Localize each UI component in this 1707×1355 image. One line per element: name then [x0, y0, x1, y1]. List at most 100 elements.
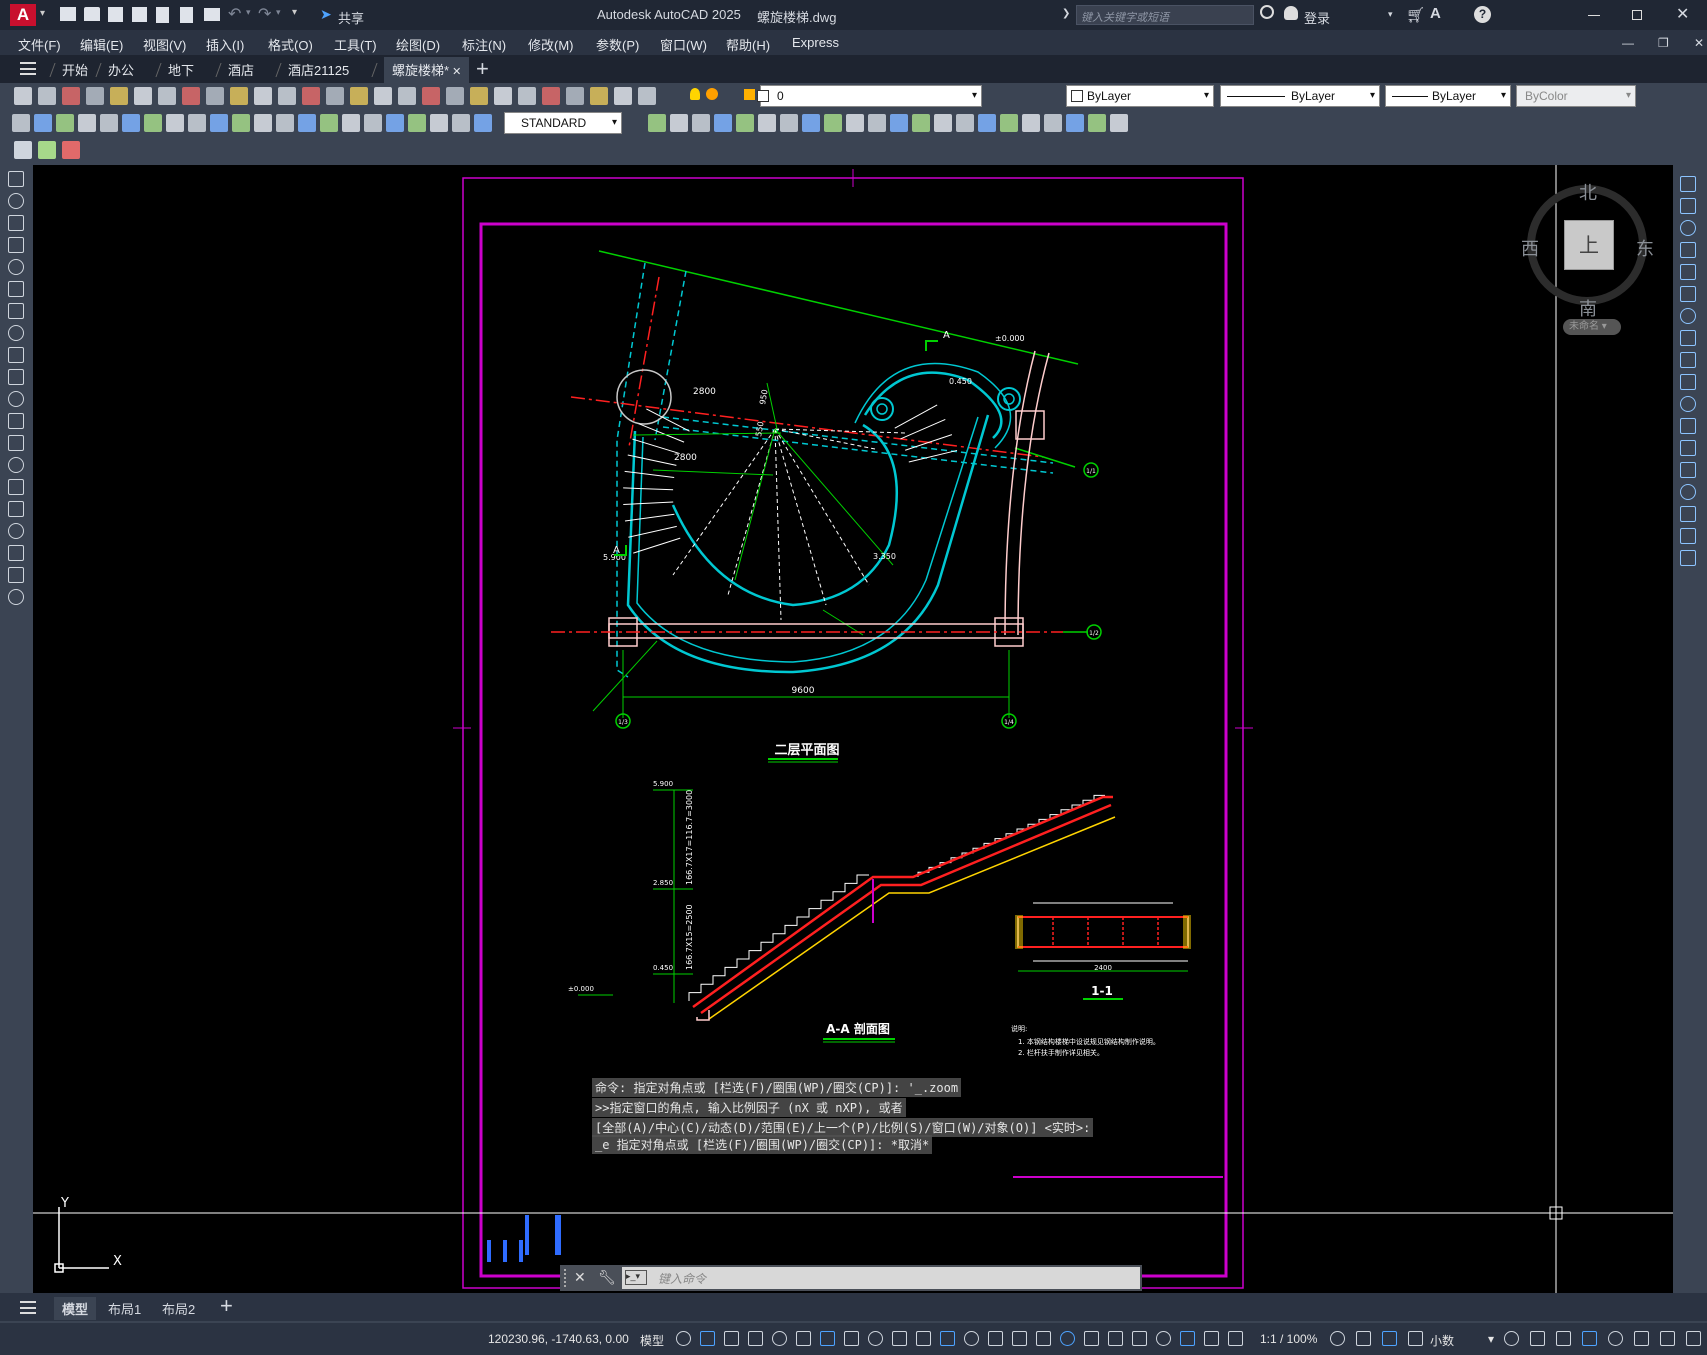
- model-space-toggle[interactable]: 模型: [640, 1332, 664, 1349]
- standard-tool-icon-5[interactable]: [134, 87, 152, 105]
- status-toggle-icon-34[interactable]: [1660, 1331, 1675, 1346]
- layer-sun-icon[interactable]: [706, 88, 718, 100]
- draw-tool-icon-17[interactable]: [8, 545, 24, 561]
- draw-tool-icon-4[interactable]: [8, 259, 24, 275]
- publish-icon[interactable]: [156, 7, 169, 23]
- standard-tool-icon-26[interactable]: [638, 87, 656, 105]
- draw-tool-icon-7[interactable]: [8, 325, 24, 341]
- menu-item-7[interactable]: 标注(N): [462, 35, 506, 54]
- open-icon[interactable]: [84, 7, 100, 21]
- standard-tool-icon-20[interactable]: [494, 87, 512, 105]
- draw-tool-icon-1[interactable]: [8, 193, 24, 209]
- modify-tool-icon-8[interactable]: [1680, 352, 1696, 368]
- file-tab-4[interactable]: 酒店21125: [288, 60, 349, 80]
- dim-tool-icon-12[interactable]: [276, 114, 294, 132]
- dim-tool-icon-36[interactable]: [956, 114, 974, 132]
- dim-tool-icon-28[interactable]: [780, 114, 798, 132]
- file-tab-0[interactable]: 开始: [62, 60, 88, 80]
- modify-tool-icon-16[interactable]: [1680, 528, 1696, 544]
- compass-east[interactable]: 东: [1636, 235, 1654, 261]
- compass-south[interactable]: 南: [1579, 295, 1597, 321]
- dim-tool-icon-31[interactable]: [846, 114, 864, 132]
- hamburger-menu-icon[interactable]: [20, 1301, 36, 1314]
- dim-tool-icon-41[interactable]: [1066, 114, 1084, 132]
- status-toggle-icon-17[interactable]: [1084, 1331, 1099, 1346]
- draw-tool-icon-5[interactable]: [8, 281, 24, 297]
- modify-tool-icon-4[interactable]: [1680, 264, 1696, 280]
- menu-item-5[interactable]: 工具(T): [334, 35, 377, 54]
- status-toggle-icon-11[interactable]: [940, 1331, 955, 1346]
- redo-dropdown-icon[interactable]: ▾: [276, 7, 281, 18]
- viewcube-top-face[interactable]: 上: [1564, 220, 1614, 270]
- draw-tool-icon-14[interactable]: [8, 479, 24, 495]
- modify-tool-icon-6[interactable]: [1680, 308, 1696, 324]
- status-toggle-icon-20[interactable]: [1156, 1331, 1171, 1346]
- standard-tool-icon-24[interactable]: [590, 87, 608, 105]
- modify-tool-icon-2[interactable]: [1680, 220, 1696, 236]
- status-toggle-icon-21[interactable]: [1180, 1331, 1195, 1346]
- status-toggle-icon-12[interactable]: [964, 1331, 979, 1346]
- menu-item-12[interactable]: Express: [792, 35, 839, 50]
- status-toggle-icon-4[interactable]: [772, 1331, 787, 1346]
- modify-tool-icon-5[interactable]: [1680, 286, 1696, 302]
- dim-tool-icon-14[interactable]: [320, 114, 338, 132]
- dim-tool-icon-34[interactable]: [912, 114, 930, 132]
- standard-tool-icon-3[interactable]: [86, 87, 104, 105]
- status-toggle-icon-8[interactable]: [868, 1331, 883, 1346]
- standard-tool-icon-23[interactable]: [566, 87, 584, 105]
- app-menu-chevron-icon[interactable]: ▾: [40, 8, 45, 19]
- draw-tool-icon-3[interactable]: [8, 237, 24, 253]
- status-toggle-icon-24[interactable]: [1330, 1331, 1345, 1346]
- status-toggle-icon-7[interactable]: [844, 1331, 859, 1346]
- user-icon[interactable]: [1284, 6, 1298, 20]
- menu-item-6[interactable]: 绘图(D): [396, 35, 440, 54]
- standard-tool-icon-7[interactable]: [182, 87, 200, 105]
- status-toggle-icon-18[interactable]: [1108, 1331, 1123, 1346]
- draw-tool-icon-6[interactable]: [8, 303, 24, 319]
- file-tab-1[interactable]: 办公: [108, 60, 134, 80]
- standard-tool-icon-4[interactable]: [110, 87, 128, 105]
- dim-tool-icon-25[interactable]: [714, 114, 732, 132]
- status-toggle-icon-2[interactable]: [724, 1331, 739, 1346]
- undo-dropdown-icon[interactable]: ▾: [246, 7, 251, 18]
- standard-tool-icon-0[interactable]: [14, 87, 32, 105]
- standard-tool-icon-6[interactable]: [158, 87, 176, 105]
- coordinates-readout[interactable]: 120230.96, -1740.63, 0.00: [488, 1332, 629, 1346]
- draw-tool-icon-12[interactable]: [8, 435, 24, 451]
- close-icon[interactable]: ✕: [574, 1269, 586, 1286]
- dim-tool-icon-32[interactable]: [868, 114, 886, 132]
- save-as-icon[interactable]: [132, 7, 147, 22]
- standard-tool-icon-1[interactable]: [38, 87, 56, 105]
- dim-tool-icon-39[interactable]: [1022, 114, 1040, 132]
- compass-west[interactable]: 西: [1521, 235, 1539, 261]
- dim-tool-icon-4[interactable]: [100, 114, 118, 132]
- status-toggle-icon-35[interactable]: [1686, 1331, 1701, 1346]
- status-toggle-icon-9[interactable]: [892, 1331, 907, 1346]
- menu-item-4[interactable]: 格式(O): [268, 35, 313, 54]
- save-icon[interactable]: [108, 7, 123, 22]
- menu-item-8[interactable]: 修改(M): [528, 35, 574, 54]
- new-icon[interactable]: [60, 7, 76, 21]
- dim-tool-icon-10[interactable]: [232, 114, 250, 132]
- status-toggle-icon-27[interactable]: [1408, 1331, 1423, 1346]
- status-toggle-icon-16[interactable]: [1060, 1331, 1075, 1346]
- standard-tool-icon-2[interactable]: [62, 87, 80, 105]
- standard-tool-icon-8[interactable]: [206, 87, 224, 105]
- dim-tool-icon-19[interactable]: [430, 114, 448, 132]
- redo-icon[interactable]: ↷: [258, 4, 271, 24]
- lineweight-dropdown[interactable]: ByLayer ▾: [1385, 85, 1511, 107]
- modify-tool-icon-9[interactable]: [1680, 374, 1696, 390]
- draw-tool-icon-19[interactable]: [8, 589, 24, 605]
- modify-tool-icon-17[interactable]: [1680, 550, 1696, 566]
- annotation-scale[interactable]: 1:1 / 100%: [1260, 1332, 1317, 1346]
- menu-item-9[interactable]: 参数(P): [596, 35, 639, 54]
- layout-tab-1[interactable]: 布局1: [100, 1297, 149, 1320]
- autocad-logo-icon[interactable]: A: [10, 4, 36, 26]
- units-dropdown-chevron-icon[interactable]: ▾: [1488, 1332, 1494, 1346]
- status-toggle-icon-23[interactable]: [1228, 1331, 1243, 1346]
- command-grip-icon[interactable]: [564, 1269, 568, 1287]
- draw-tool-icon-16[interactable]: [8, 523, 24, 539]
- command-prompt-icon[interactable]: ▸_▾: [625, 1270, 647, 1285]
- standard-tool-icon-17[interactable]: [422, 87, 440, 105]
- dim-tool-icon-0[interactable]: [12, 114, 30, 132]
